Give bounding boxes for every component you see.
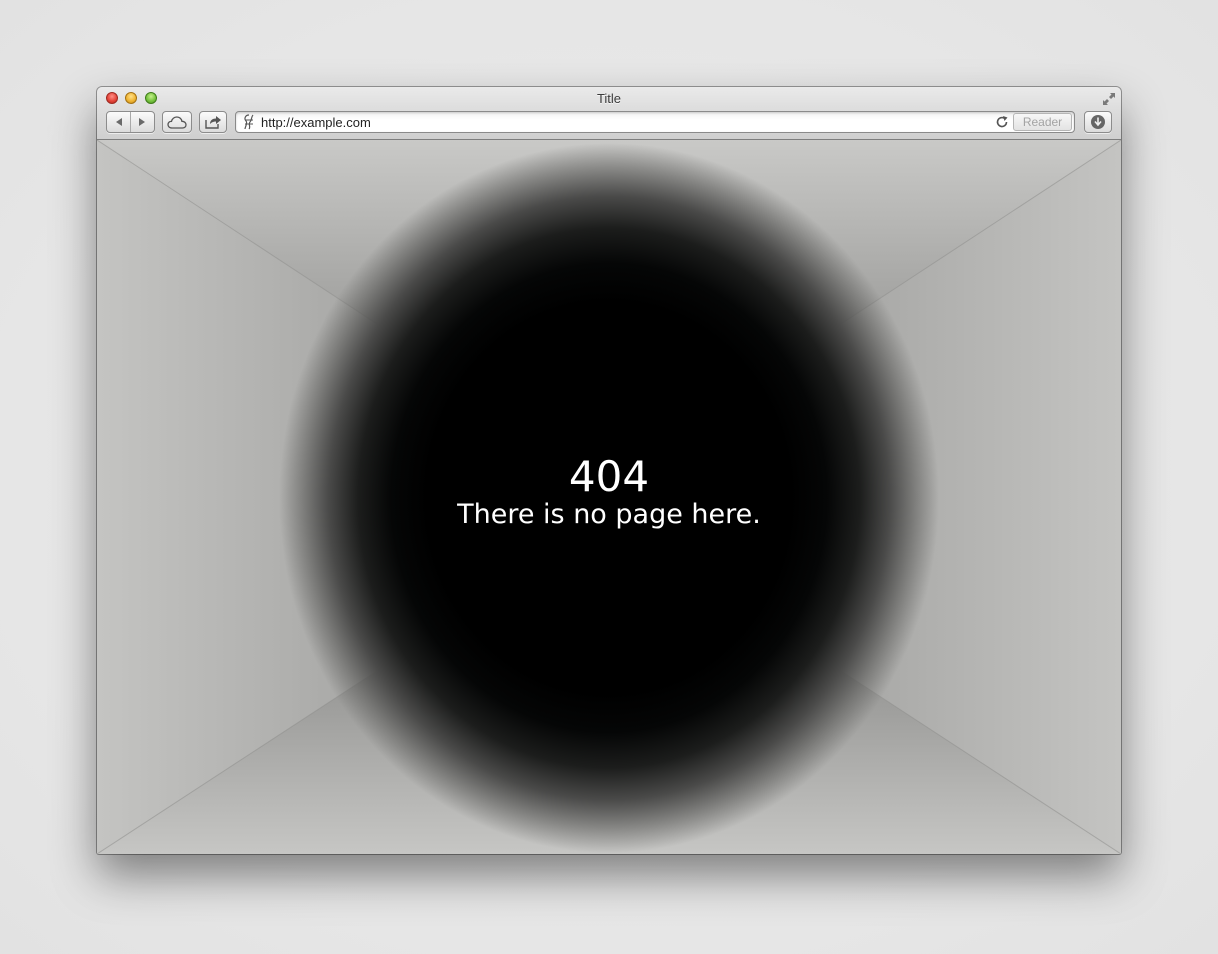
error-message: There is no page here.: [457, 499, 761, 530]
page-content: 404 There is no page here.: [97, 140, 1121, 854]
back-arrow-icon: [115, 118, 122, 126]
forward-button[interactable]: [131, 112, 154, 132]
window-title: Title: [596, 91, 622, 106]
url-text[interactable]: http://example.com: [261, 115, 371, 130]
share-button[interactable]: [199, 111, 227, 133]
address-bar[interactable]: http://example.com Reader: [235, 111, 1075, 133]
browser-window: Title http://example.com Reader 404 Ther…: [97, 87, 1121, 854]
desktop-background: Title http://example.com Reader 404 Ther…: [0, 0, 1218, 954]
downloads-icon: [1091, 115, 1105, 129]
back-button[interactable]: [107, 112, 130, 132]
fullscreen-icon[interactable]: [1101, 91, 1117, 107]
forward-arrow-icon: [139, 118, 146, 126]
back-forward-buttons: [106, 111, 155, 133]
reader-button[interactable]: Reader: [1013, 113, 1072, 131]
share-icon: [205, 116, 221, 129]
browser-toolbar: Title http://example.com Reader: [97, 87, 1121, 140]
icloud-tabs-button[interactable]: [162, 111, 192, 133]
error-code: 404: [568, 452, 650, 501]
reload-icon[interactable]: [995, 115, 1009, 129]
icloud-icon: [167, 115, 187, 129]
downloads-button[interactable]: [1084, 111, 1112, 133]
site-icon: [244, 114, 254, 130]
